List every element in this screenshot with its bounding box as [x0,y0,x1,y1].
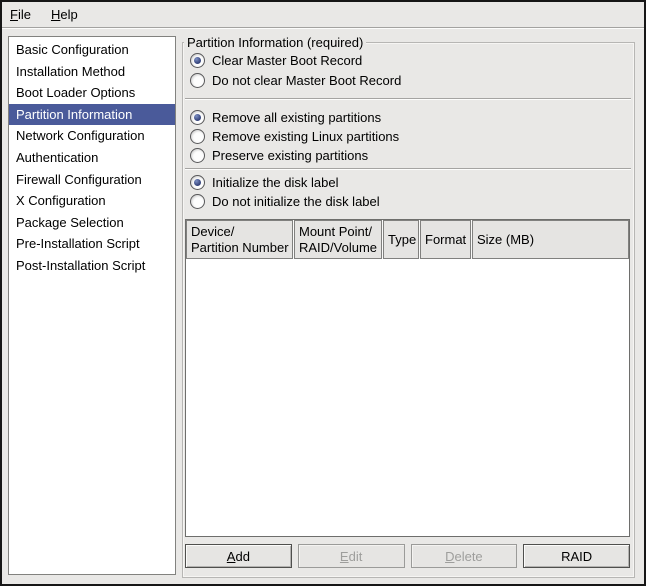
radio-button-icon[interactable] [190,73,205,88]
sidebar-item-post-installation-script[interactable]: Post-Installation Script [9,255,175,277]
radio-group-1: Remove all existing partitions Remove exi… [185,108,631,165]
radio-group-0: Clear Master Boot Record Do not clear Mas… [185,50,631,90]
radio-options-area: Clear Master Boot Record Do not clear Mas… [185,50,631,211]
radio-button-icon[interactable] [190,194,205,209]
sidebar-item-package-selection[interactable]: Package Selection [9,212,175,234]
radio-label: Initialize the disk label [212,175,338,190]
radio-option-do-not-initialize-the-disk-label[interactable]: Do not initialize the disk label [190,192,631,211]
separator [185,168,631,170]
partition-button-row: AddEditDeleteRAID [185,544,630,568]
delete-button[interactable]: Delete [411,544,518,568]
separator [185,98,631,100]
sidebar-item-installation-method[interactable]: Installation Method [9,61,175,83]
edit-button[interactable]: Edit [298,544,405,568]
frame-title: Partition Information (required) [184,35,366,50]
sidebar-item-network-configuration[interactable]: Network Configuration [9,125,175,147]
column-header-format[interactable]: Format [420,220,471,259]
column-header-device[interactable]: Device/ Partition Number [186,220,293,259]
partition-information-frame: Partition Information (required) Clear M… [182,42,635,578]
radio-button-icon[interactable] [190,175,205,190]
menu-help[interactable]: Help [45,5,84,24]
radio-label: Clear Master Boot Record [212,53,362,68]
radio-label: Remove all existing partitions [212,110,381,125]
sidebar-item-authentication[interactable]: Authentication [9,147,175,169]
partition-table-body[interactable] [186,259,629,536]
radio-button-icon[interactable] [190,129,205,144]
sidebar-item-boot-loader-options[interactable]: Boot Loader Options [9,82,175,104]
radio-button-icon[interactable] [190,110,205,125]
radio-button-icon[interactable] [190,53,205,68]
radio-option-do-not-clear-master-boot-record[interactable]: Do not clear Master Boot Record [190,70,631,90]
menu-bar: File Help [2,2,644,28]
radio-label: Do not initialize the disk label [212,194,380,209]
add-button[interactable]: Add [185,544,292,568]
sidebar-item-x-configuration[interactable]: X Configuration [9,190,175,212]
radio-label: Remove existing Linux partitions [212,129,399,144]
radio-option-initialize-the-disk-label[interactable]: Initialize the disk label [190,173,631,192]
kickstart-configurator-window: File Help Basic ConfigurationInstallation… [0,0,646,586]
radio-label: Preserve existing partitions [212,148,368,163]
radio-group-2: Initialize the disk label Do not initiali… [185,173,631,211]
partition-table-header: Device/ Partition NumberMount Point/ RAI… [186,220,629,259]
radio-button-icon[interactable] [190,148,205,163]
radio-label: Do not clear Master Boot Record [212,73,401,88]
column-header-size-mb[interactable]: Size (MB) [472,220,629,259]
raid-button[interactable]: RAID [523,544,630,568]
radio-option-remove-all-existing-partitions[interactable]: Remove all existing partitions [190,108,631,127]
sidebar-item-partition-information[interactable]: Partition Information [9,104,175,126]
radio-option-preserve-existing-partitions[interactable]: Preserve existing partitions [190,146,631,165]
sidebar-item-pre-installation-script[interactable]: Pre-Installation Script [9,233,175,255]
partition-table: Device/ Partition NumberMount Point/ RAI… [185,219,630,537]
sidebar-item-basic-configuration[interactable]: Basic Configuration [9,39,175,61]
sidebar-list: Basic ConfigurationInstallation MethodBo… [8,36,176,575]
column-header-mount-point[interactable]: Mount Point/ RAID/Volume [294,220,382,259]
radio-option-remove-existing-linux-partitions[interactable]: Remove existing Linux partitions [190,127,631,146]
sidebar-item-firewall-configuration[interactable]: Firewall Configuration [9,169,175,191]
radio-option-clear-master-boot-record[interactable]: Clear Master Boot Record [190,50,631,70]
column-header-type[interactable]: Type [383,220,419,259]
menu-file[interactable]: File [4,5,37,24]
